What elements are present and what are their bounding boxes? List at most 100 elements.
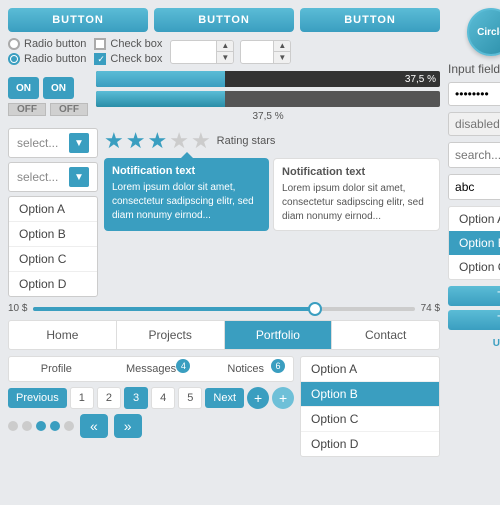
tag-item-1[interactable]: Tag item [448,286,500,306]
slider-track[interactable] [33,307,414,311]
dropdown-2[interactable]: select... ▼ [8,162,98,192]
watermark: UI Kit Blue [448,338,500,349]
num-input-2[interactable]: 4,1 ▲ ▼ [240,40,291,64]
dot-5[interactable] [64,421,74,431]
list-item-b[interactable]: Option B [9,222,97,247]
dropdown-text-2: select... [17,170,65,184]
prev-button[interactable]: Previous [8,388,67,408]
radio-item-1[interactable]: Radio button [8,38,86,50]
button-3[interactable]: BUTTON [300,8,440,32]
dropdown-arrow-1: ▼ [69,133,89,153]
option-b-bottom[interactable]: Option B [301,382,439,407]
option-d-bottom[interactable]: Option D [301,432,439,456]
toggle-on-label-1: ON [8,77,39,99]
dot-3[interactable] [36,421,46,431]
rating-label: Rating stars [217,135,276,147]
button-2[interactable]: BUTTON [154,8,294,32]
notification-box-2: Notification text Lorem ipsum dolor sit … [273,158,440,231]
dot-1[interactable] [8,421,18,431]
option-a-bottom[interactable]: Option A [301,357,439,382]
toggle-off-2[interactable]: OFF [50,103,88,116]
check-item-2[interactable]: Check box [94,53,162,65]
notification-body-1: Lorem ipsum dolor sit amet, consectetur … [112,181,261,223]
bottom-tab-profile[interactable]: Profile [9,357,104,381]
next-button[interactable]: Next [205,388,244,408]
num-arrows-2: ▲ ▼ [273,41,290,63]
bottom-right-options: Option A Option B Option C Option D [300,356,440,457]
option-c-bottom[interactable]: Option C [301,407,439,432]
page-3[interactable]: 3 [124,387,148,409]
right-option-a[interactable]: Option A [449,207,500,231]
dropdown-1[interactable]: select... ▼ [8,128,98,158]
chevron-left-button[interactable]: « [80,414,108,438]
progress-label-2: 37,5 % [96,111,440,122]
circle-star-row: Circle Star [448,8,500,56]
search-row-2: 🔍 [448,174,500,200]
number-inputs: 1000 ▲ ▼ 4,1 ▲ ▼ [170,40,291,64]
check-group: Check box Check box [94,38,162,65]
bottom-tabs: Profile Messages 4 Notices 6 [8,356,294,382]
slider-section: 10 $ 74 $ [8,303,440,314]
notification-title-1: Notification text [112,164,261,179]
button-1[interactable]: BUTTON [8,8,148,32]
num-up-2[interactable]: ▲ [274,41,290,52]
num-input-1[interactable]: 1000 ▲ ▼ [170,40,234,64]
notification-box-1: Notification text Lorem ipsum dolor sit … [104,158,269,231]
progress-bar-2 [96,91,440,107]
password-input-container: 🔒 [448,82,500,106]
radio-item-2[interactable]: Radio button [8,53,86,65]
disabled-input [455,117,500,131]
list-item-c[interactable]: Option C [9,247,97,272]
tag-item-2[interactable]: Tag item [448,310,500,330]
messages-badge: 4 [176,359,190,373]
chevron-right-button[interactable]: » [114,414,142,438]
bottom-left: Profile Messages 4 Notices 6 Previous 1 [8,356,294,457]
notification-title-2: Notification text [282,165,431,180]
dropdown-list: Option A Option B Option C Option D [8,196,98,297]
page-4[interactable]: 4 [151,387,175,409]
progress-text-1: 37,5 % [405,71,436,87]
slider-row: 10 $ 74 $ [8,303,440,314]
star-4: ★ [169,128,189,154]
tab-projects[interactable]: Projects [117,321,225,349]
tab-portfolio[interactable]: Portfolio [225,321,333,349]
page-2[interactable]: 2 [97,387,121,409]
slider-min: 10 $ [8,303,27,314]
page-5[interactable]: 5 [178,387,202,409]
num-down-1[interactable]: ▼ [217,52,233,63]
bottom-tab-notices[interactable]: Notices 6 [198,357,293,381]
check-item-1[interactable]: Check box [94,38,162,50]
bottom-tab-messages[interactable]: Messages 4 [104,357,199,381]
list-item-d[interactable]: Option D [9,272,97,296]
main-container: BUTTON BUTTON BUTTON Radio button Radio … [0,0,500,505]
radio-group: Radio button Radio button [8,38,86,65]
dot-2[interactable] [22,421,32,431]
num-up-1[interactable]: ▲ [217,41,233,52]
num-down-2[interactable]: ▼ [274,52,290,63]
check-box-1 [94,38,106,50]
notification-body-2: Lorem ipsum dolor sit amet, consectetur … [282,182,431,224]
right-panel: Circle Star [448,8,500,497]
toggle-on-1[interactable]: ON [8,77,39,99]
nav-tabs: Home Projects Portfolio Contact [8,320,440,350]
search-input-2[interactable] [449,175,500,199]
star-5: ★ [191,128,211,154]
password-input[interactable] [455,87,500,101]
tab-home[interactable]: Home [9,321,117,349]
list-item-a[interactable]: Option A [9,197,97,222]
add-page-button[interactable]: + [247,387,269,409]
tab-contact[interactable]: Contact [332,321,439,349]
right-option-c[interactable]: Option C [449,255,500,279]
bottom-section: Profile Messages 4 Notices 6 Previous 1 [8,356,440,457]
right-dropdown-list: Option A Option B Option C [448,206,500,280]
add-page-button-2[interactable]: + [272,387,294,409]
page-1[interactable]: 1 [70,387,94,409]
pagination: Previous 1 2 3 4 5 Next + + [8,387,294,409]
radio-dot-1 [8,38,20,50]
dot-4[interactable] [50,421,60,431]
search-input-1[interactable] [449,143,500,167]
toggle-on-2[interactable]: ON [43,77,74,99]
num-arrows-1: ▲ ▼ [216,41,233,63]
toggle-off-1[interactable]: OFF [8,103,46,116]
right-option-b[interactable]: Option B [449,231,500,255]
